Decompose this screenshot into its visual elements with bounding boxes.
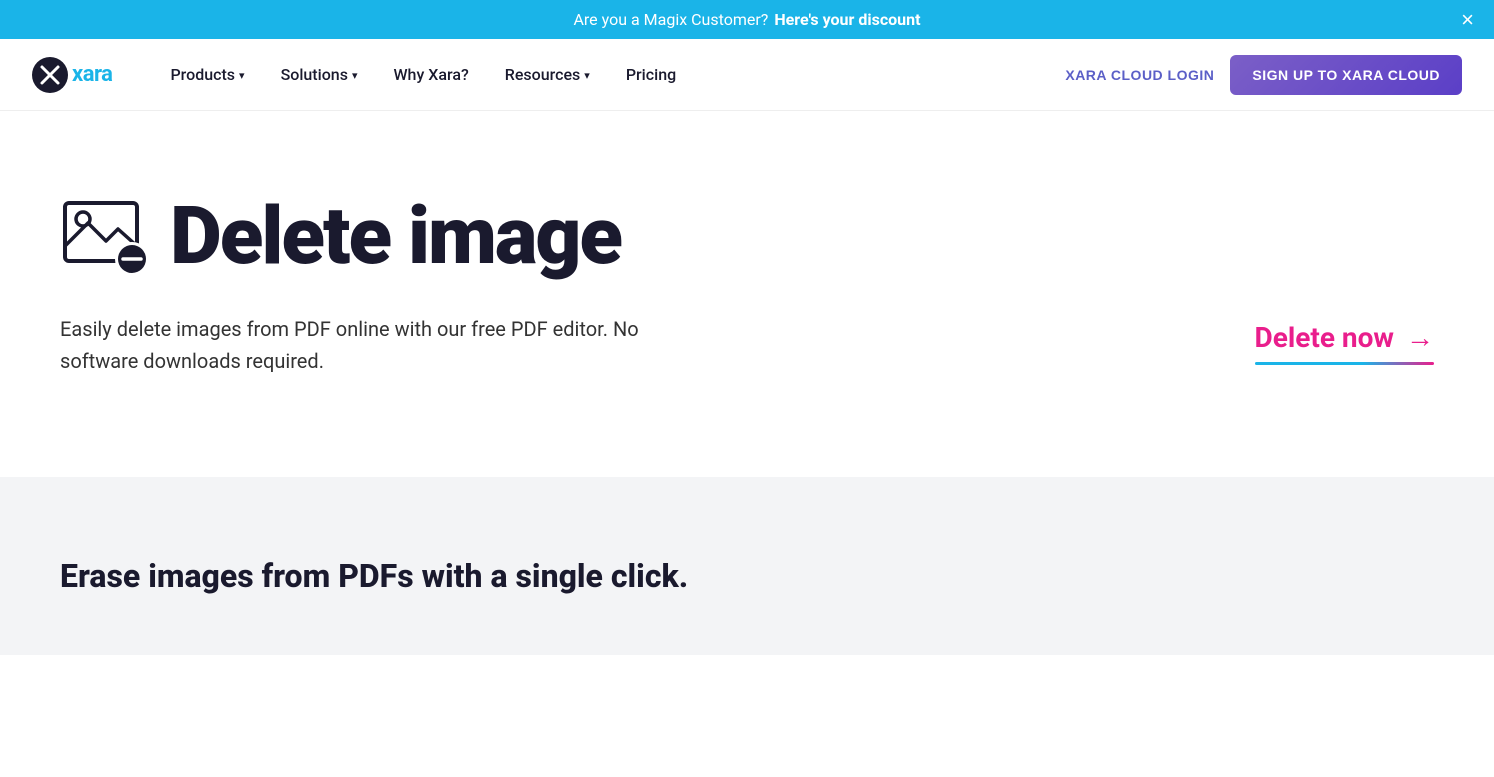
- chevron-down-icon: ▾: [352, 69, 358, 82]
- nav-why-label: Why Xara?: [393, 65, 468, 84]
- cta-label: Delete now: [1255, 321, 1394, 354]
- features-section: Erase images from PDFs with a single cli…: [0, 477, 1494, 655]
- nav-resources-label: Resources: [505, 65, 581, 84]
- signup-button[interactable]: SIGN UP TO XARA CLOUD: [1230, 55, 1462, 95]
- hero-title: Delete image: [170, 196, 621, 276]
- chevron-down-icon: ▾: [584, 69, 590, 82]
- hero-section: Delete image Easily delete images from P…: [0, 111, 1494, 477]
- cta-underline: [1255, 362, 1434, 365]
- banner-text-bold: Here's your discount: [774, 10, 920, 29]
- nav-solutions-label: Solutions: [281, 65, 348, 84]
- nav-links: Products ▾ Solutions ▾ Why Xara? Resourc…: [152, 57, 1065, 92]
- nav-item-why-xara[interactable]: Why Xara?: [375, 57, 486, 92]
- login-button[interactable]: XARA CLOUD LOGIN: [1065, 67, 1214, 83]
- promo-banner: Are you a Magix Customer? Here's your di…: [0, 0, 1494, 39]
- main-nav: xara Products ▾ Solutions ▾ Why Xara? Re…: [0, 39, 1494, 111]
- delete-now-link[interactable]: Delete now →: [1255, 321, 1434, 354]
- chevron-down-icon: ▾: [239, 69, 245, 82]
- hero-cta: Delete now →: [1255, 321, 1434, 365]
- delete-image-icon: [60, 191, 150, 281]
- nav-item-solutions[interactable]: Solutions ▾: [263, 57, 376, 92]
- nav-item-pricing[interactable]: Pricing: [608, 57, 694, 92]
- hero-description: Easily delete images from PDF online wit…: [60, 313, 660, 377]
- logo-icon: [32, 57, 68, 93]
- hero-body: Easily delete images from PDF online wit…: [60, 313, 1434, 377]
- logo-text: xara: [72, 62, 112, 87]
- features-title: Erase images from PDFs with a single cli…: [60, 557, 760, 595]
- nav-item-products[interactable]: Products ▾: [152, 57, 262, 92]
- nav-pricing-label: Pricing: [626, 65, 676, 84]
- banner-close-button[interactable]: ×: [1461, 9, 1474, 31]
- logo-link[interactable]: xara: [32, 57, 112, 93]
- nav-item-resources[interactable]: Resources ▾: [487, 57, 608, 92]
- arrow-icon: →: [1406, 321, 1434, 354]
- hero-title-row: Delete image: [60, 191, 1434, 281]
- nav-actions: XARA CLOUD LOGIN SIGN UP TO XARA CLOUD: [1065, 55, 1462, 95]
- nav-products-label: Products: [170, 65, 235, 84]
- banner-text-regular: Are you a Magix Customer?: [573, 10, 768, 29]
